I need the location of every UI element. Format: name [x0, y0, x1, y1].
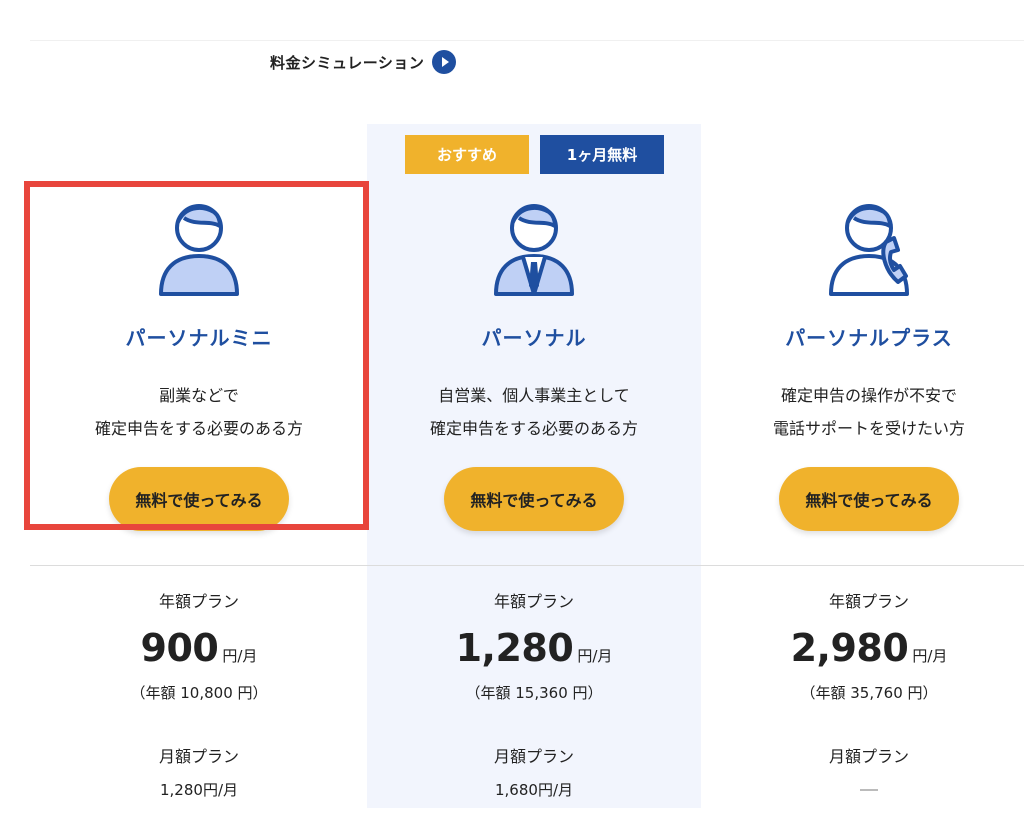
plan-desc-line: 副業などで — [159, 386, 239, 405]
plan-desc-line: 確定申告をする必要のある方 — [94, 419, 303, 438]
price-simulation-link[interactable]: 料金シミュレーション — [270, 50, 457, 74]
section-divider — [30, 565, 1024, 566]
price-block-personal-mini: 年額プラン 900 円/月 （年額 10,800 円） 月額プラン 1,280円… — [32, 588, 366, 800]
plan-desc-line: 電話サポートを受けたい方 — [772, 419, 965, 438]
plan-description: 確定申告の操作が不安で 電話サポートを受けたい方 — [702, 379, 1024, 445]
monthly-price: 1,280円/月 — [160, 781, 238, 799]
annual-total: （年額 10,800 円） — [130, 684, 268, 702]
plan-card-personal-mini: パーソナルミニ 副業などで 確定申告をする必要のある方 無料で使ってみる — [32, 190, 366, 531]
annual-price: 900 円/月 — [32, 626, 366, 670]
annual-price-value: 1,280 — [455, 626, 574, 670]
annual-price-value: 2,980 — [790, 626, 909, 670]
plan-description: 副業などで 確定申告をする必要のある方 — [32, 379, 366, 445]
plan-desc-line: 確定申告をする必要のある方 — [429, 419, 638, 438]
price-unit: 円/月 — [222, 647, 258, 665]
monthly-plan-label: 月額プラン — [493, 747, 574, 766]
annual-total: （年額 35,760 円） — [800, 684, 938, 702]
top-divider — [30, 40, 1024, 41]
price-block-personal: 年額プラン 1,280 円/月 （年額 15,360 円） 月額プラン 1,68… — [367, 588, 701, 800]
annual-plan-label: 年額プラン — [158, 592, 239, 611]
price-unit: 円/月 — [912, 647, 948, 665]
plan-name: パーソナルプラス — [785, 326, 953, 350]
price-unit: 円/月 — [577, 647, 613, 665]
annual-price: 2,980 円/月 — [702, 626, 1024, 670]
annual-price: 1,280 円/月 — [367, 626, 701, 670]
annual-price-value: 900 — [140, 626, 219, 670]
monthly-plan-label: 月額プラン — [828, 747, 909, 766]
plan-desc-line: 自営業、個人事業主として — [438, 386, 630, 405]
monthly-price: 1,680円/月 — [495, 781, 573, 799]
plan-card-personal-plus: パーソナルプラス 確定申告の操作が不安で 電話サポートを受けたい方 無料で使って… — [702, 190, 1024, 531]
person-phone-icon — [702, 190, 1024, 300]
person-icon — [32, 190, 366, 300]
plan-name: パーソナルミニ — [125, 326, 273, 350]
plan-desc-line: 確定申告の操作が不安で — [780, 386, 957, 405]
annual-plan-label: 年額プラン — [493, 592, 574, 611]
businessman-icon — [367, 190, 701, 300]
price-simulation-label: 料金シミュレーション — [270, 53, 425, 72]
price-block-personal-plus: 年額プラン 2,980 円/月 （年額 35,760 円） 月額プラン — — [702, 588, 1024, 791]
plan-name: パーソナル — [481, 326, 587, 350]
monthly-price-text: — — [869, 791, 870, 792]
try-free-button[interactable]: 無料で使ってみる — [109, 467, 289, 531]
annual-total: （年額 15,360 円） — [465, 684, 603, 702]
plan-card-personal: パーソナル 自営業、個人事業主として 確定申告をする必要のある方 無料で使ってみ… — [367, 190, 701, 531]
try-free-button[interactable]: 無料で使ってみる — [444, 467, 624, 531]
plan-description: 自営業、個人事業主として 確定申告をする必要のある方 — [367, 379, 701, 445]
free-month-badge: 1ヶ月無料 — [540, 135, 664, 174]
try-free-button[interactable]: 無料で使ってみる — [779, 467, 959, 531]
recommended-badge: おすすめ — [405, 135, 529, 174]
monthly-plan-label: 月額プラン — [158, 747, 239, 766]
play-circle-icon — [432, 50, 457, 74]
annual-plan-label: 年額プラン — [828, 592, 909, 611]
monthly-price-unavailable — [860, 789, 878, 791]
